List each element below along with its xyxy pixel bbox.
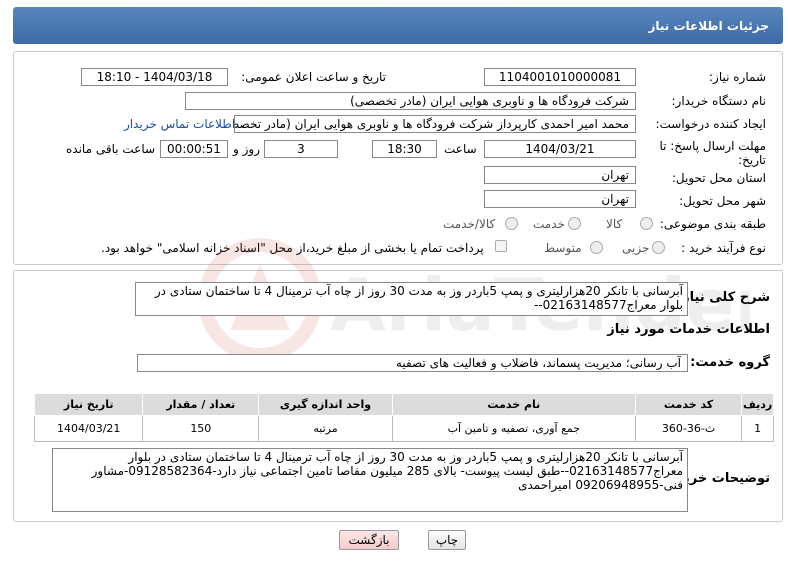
print-button[interactable]: چاپ <box>428 530 466 550</box>
row-index: 1 <box>741 415 774 442</box>
category-both-radio[interactable] <box>505 217 518 230</box>
services-table: ردیف کد خدمت نام خدمت واحد اندازه گیری ت… <box>33 393 774 442</box>
city-label: شهر محل تحویل: <box>679 194 766 208</box>
col-index: ردیف <box>741 393 774 416</box>
back-button[interactable]: بازگشت <box>339 530 399 550</box>
buyer-label: نام دستگاه خریدار: <box>671 94 767 108</box>
process-medium-label: متوسط <box>544 241 582 255</box>
days-label: روز و <box>233 142 260 156</box>
category-service-radio[interactable] <box>568 217 581 230</box>
creator-label: ایجاد کننده درخواست: <box>655 117 766 131</box>
deadline-date-field[interactable]: 1404/03/21 <box>484 140 636 158</box>
remaining-time-label: ساعت باقی مانده <box>66 142 156 156</box>
col-code: کد خدمت <box>634 393 743 416</box>
contact-buyer-link[interactable]: اطلاعات تماس خریدار <box>124 117 235 131</box>
col-name: نام خدمت <box>391 393 636 416</box>
row-name: جمع آوری، تصفیه و تامین آب <box>391 415 636 442</box>
category-label: طبقه بندی موضوعی: <box>659 217 766 231</box>
treasury-payment-checkbox[interactable] <box>495 240 507 252</box>
buyer-field[interactable]: شرکت فرودگاه ها و ناوبری هوایی ایران (ما… <box>185 92 636 110</box>
days-field[interactable]: 3 <box>264 140 338 158</box>
summary-text[interactable]: آبرسانی با تانکر 20هزارلیتری و پمپ 5بارد… <box>135 282 688 316</box>
col-date: تاریخ نیاز <box>33 393 144 416</box>
deadline-time-label: ساعت <box>444 142 477 156</box>
remaining-time-field[interactable]: 00:00:51 <box>160 140 228 158</box>
buyer-desc-text[interactable]: آبرسانی با تانکر 20هزارلیتری و پمپ 5بارد… <box>52 448 688 512</box>
process-minor-radio[interactable] <box>652 241 665 254</box>
creator-field[interactable]: محمد امیر احمدی کارپرداز شرکت فرودگاه ها… <box>234 115 636 133</box>
row-date: 1404/03/21 <box>33 415 144 442</box>
col-unit: واحد اندازه گیری <box>258 393 393 416</box>
category-both-label: کالا/خدمت <box>443 217 496 231</box>
announce-field[interactable]: 1404/03/18 - 18:10 <box>81 68 228 86</box>
process-minor-label: جزیی <box>622 241 650 255</box>
row-qty: 150 <box>142 415 260 442</box>
col-qty: تعداد / مقدار <box>142 393 260 416</box>
treasury-payment-note: پرداخت تمام یا بخشی از مبلغ خرید،از محل … <box>101 241 484 255</box>
services-table-header: ردیف کد خدمت نام خدمت واحد اندازه گیری ت… <box>33 393 774 416</box>
deadline-label: مهلت ارسال پاسخ: تا تاریخ: <box>659 139 766 167</box>
row-code: ث-36-360 <box>634 415 743 442</box>
process-medium-radio[interactable] <box>590 241 603 254</box>
province-field[interactable]: تهران <box>484 166 636 184</box>
announce-label: تاریخ و ساعت اعلان عمومی: <box>241 70 386 84</box>
summary-label: شرح کلی نیاز: <box>676 290 770 305</box>
service-group-label: گروه خدمت: <box>690 355 770 370</box>
services-section-title: اطلاعات خدمات مورد نیاز <box>607 322 770 337</box>
table-row[interactable]: 1 ث-36-360 جمع آوری، تصفیه و تامین آب مر… <box>33 415 774 442</box>
page-header: جزئیات اطلاعات نیاز <box>13 7 783 44</box>
need-number-field[interactable]: 1104001010000081 <box>484 68 636 86</box>
row-unit: مرتبه <box>258 415 393 442</box>
process-label: نوع فرآیند خرید : <box>681 241 766 255</box>
category-service-label: خدمت <box>533 217 565 231</box>
deadline-time-field[interactable]: 18:30 <box>372 140 437 158</box>
page-title: جزئیات اطلاعات نیاز <box>648 19 769 33</box>
city-field[interactable]: تهران <box>484 190 636 208</box>
service-group-field[interactable]: آب رسانی؛ مدیریت پسماند، فاضلاب و فعالیت… <box>137 354 688 372</box>
category-goods-radio[interactable] <box>640 217 653 230</box>
need-number-label: شماره نیاز: <box>709 70 766 84</box>
province-label: استان محل تحویل: <box>671 171 766 185</box>
category-goods-label: کالا <box>606 217 623 231</box>
